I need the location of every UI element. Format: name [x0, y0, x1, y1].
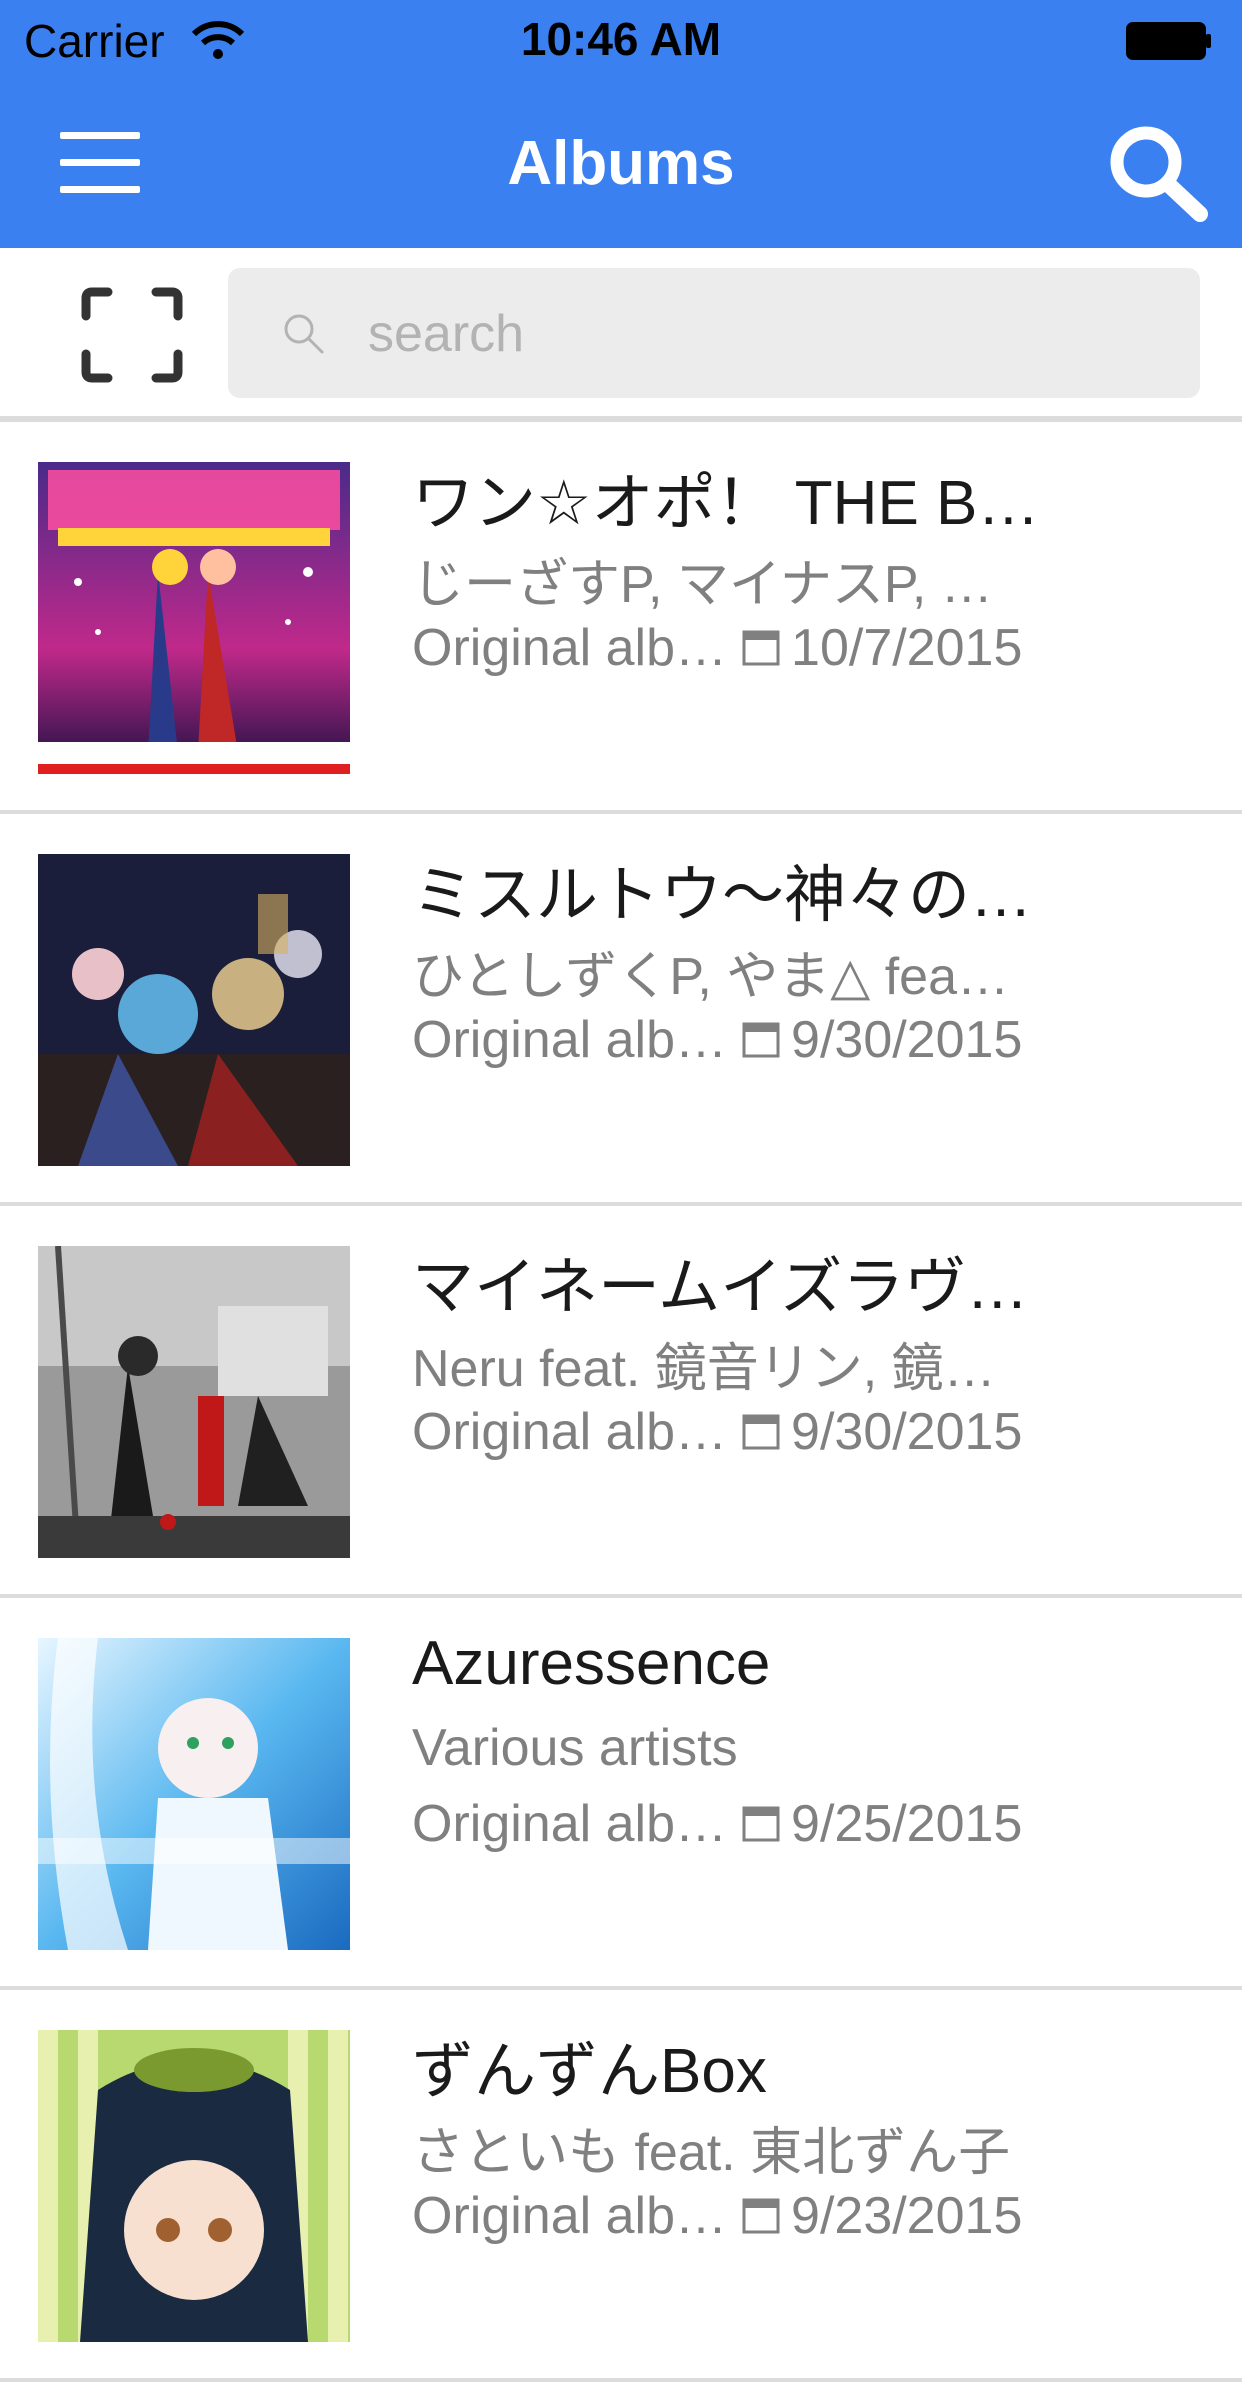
album-meta: Original alb… 9/25/2015 [412, 1794, 1212, 1854]
release-date: 10/7/2015 [791, 619, 1023, 677]
album-artists: ひとしずくP, やま△ fea… [412, 948, 1009, 1006]
album-cover-image [38, 1638, 350, 1950]
album-cover-image [38, 462, 350, 774]
album-title: Azuressence [412, 1629, 771, 1698]
album-artists: Neru feat. 鏡音リン, 鏡… [412, 1340, 996, 1398]
album-meta: Original alb… 9/30/2015 [412, 1010, 1212, 1070]
search-button[interactable] [1104, 122, 1210, 222]
album-cover-image [38, 854, 350, 1166]
page-title: Albums [507, 129, 735, 198]
album-type: Original alb… [412, 1403, 728, 1461]
top-bar: Carrier 10:46 AM Albums [0, 0, 1242, 248]
album-artists: さといも feat. 東北ずん子 [412, 2124, 1011, 2182]
search-icon [1110, 126, 1208, 222]
album-artists: じーざすP, マイナスP, … [412, 556, 993, 614]
album-type: Original alb… [412, 2187, 728, 2245]
album-cover-image [38, 1246, 350, 1558]
release-date: 9/25/2015 [791, 1795, 1023, 1853]
magnifier-icon [284, 314, 324, 354]
calendar-icon [742, 2198, 780, 2234]
release-date: 9/30/2015 [791, 1403, 1023, 1461]
calendar-icon [742, 1806, 780, 1842]
battery-icon [1126, 22, 1211, 60]
album-type: Original alb… [412, 1795, 728, 1853]
list-item[interactable]: ワン☆オポ！ THE B… じーざすP, マイナスP, … Original a… [0, 422, 1242, 814]
album-title: ワン☆オポ！ THE B… [412, 469, 1040, 538]
album-list: ワン☆オポ！ THE B… じーざすP, マイナスP, … Original a… [0, 422, 1242, 2382]
list-item[interactable]: ミスルトウ〜神々の… ひとしずくP, やま△ fea… Original alb… [0, 814, 1242, 1206]
release-date: 9/30/2015 [791, 1011, 1023, 1069]
search-field[interactable] [228, 268, 1200, 398]
album-title: ミスルトウ〜神々の… [412, 861, 1033, 930]
album-type: Original alb… [412, 619, 728, 677]
scan-frame-icon[interactable] [80, 286, 184, 384]
album-meta: Original alb… 9/30/2015 [412, 1402, 1212, 1462]
status-bar: Carrier 10:46 AM [0, 0, 1242, 84]
search-bar [0, 248, 1242, 418]
album-artists: Various artists [412, 1719, 738, 1777]
list-item[interactable]: Azuressence Various artists Original alb… [0, 1598, 1242, 1990]
navigation-bar: Albums [0, 84, 1242, 248]
album-meta: Original alb… 10/7/2015 [412, 618, 1212, 678]
album-cover-image [38, 2030, 350, 2342]
calendar-icon [742, 630, 780, 666]
album-type: Original alb… [412, 1011, 728, 1069]
list-item[interactable]: ずんずんBox さといも feat. 東北ずん子 Original alb… 9/… [0, 1990, 1242, 2382]
calendar-icon [742, 1022, 780, 1058]
status-time: 10:46 AM [520, 13, 722, 65]
album-title: ずんずんBox [412, 2037, 767, 2106]
calendar-icon [742, 1414, 780, 1450]
search-input[interactable] [366, 298, 1170, 370]
list-item[interactable]: マイネームイズラヴ… Neru feat. 鏡音リン, 鏡… Original … [0, 1206, 1242, 1598]
release-date: 9/23/2015 [791, 2187, 1023, 2245]
album-title: マイネームイズラヴ… [412, 1253, 1029, 1322]
album-meta: Original alb… 9/23/2015 [412, 2186, 1212, 2246]
